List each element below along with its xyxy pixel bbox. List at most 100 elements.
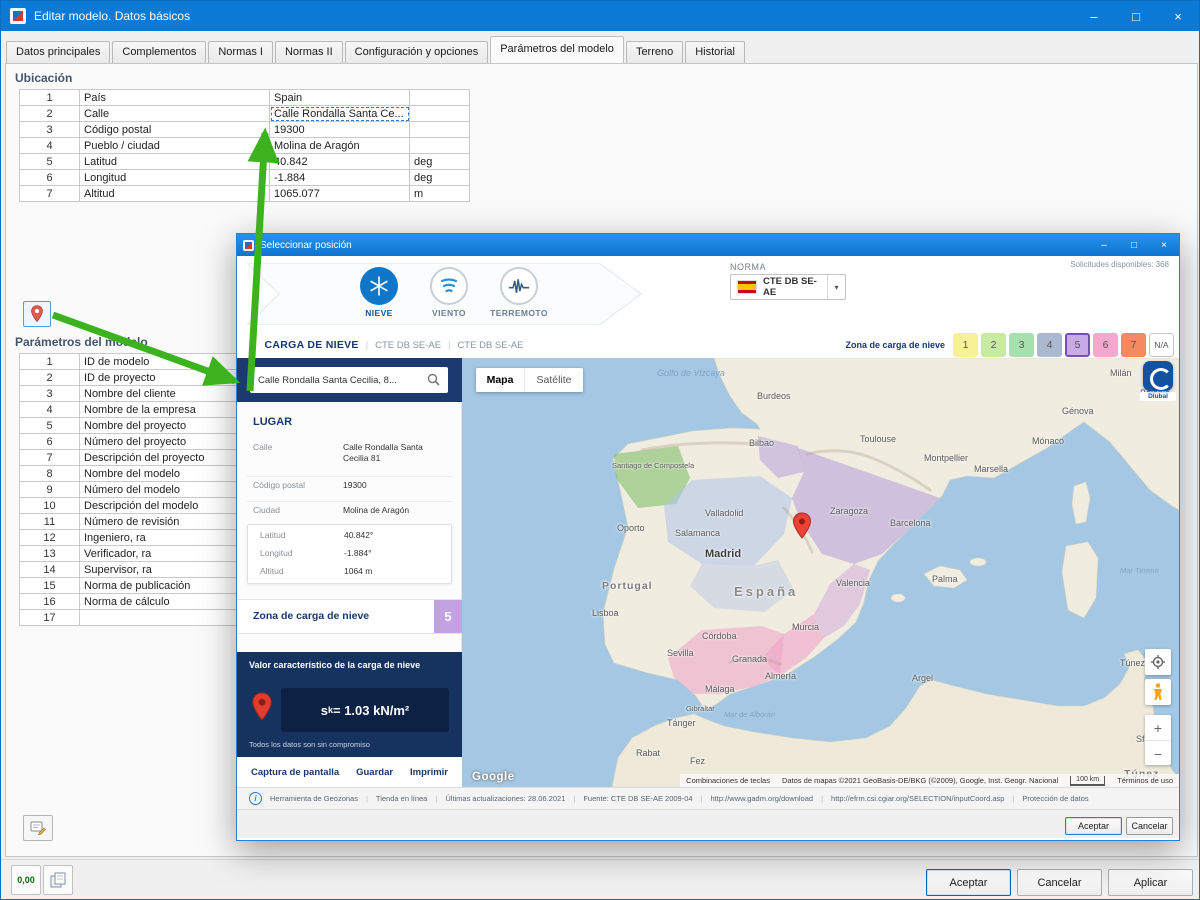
map-type-satelite-button[interactable]: Satélite	[525, 368, 583, 392]
map-label: Córdoba	[702, 631, 737, 641]
my-location-button[interactable]	[1145, 649, 1171, 675]
mode-nieve[interactable]: NIEVE	[339, 267, 419, 318]
dialog-maximize-button[interactable]: □	[1119, 234, 1149, 256]
zoom-out-button[interactable]: −	[1145, 741, 1171, 766]
latitud-label: Latitud	[260, 530, 286, 540]
close-button[interactable]: ×	[1157, 1, 1199, 31]
terms-link[interactable]: Términos de uso	[1117, 776, 1173, 785]
lugar-title: LUGAR	[253, 416, 293, 428]
row-number: 6	[19, 169, 80, 186]
app-icon	[10, 8, 26, 24]
dialog-close-button[interactable]: ×	[1149, 234, 1179, 256]
tab-historial[interactable]: Historial	[685, 41, 745, 63]
save-link[interactable]: Guardar	[356, 767, 393, 778]
screenshot-link[interactable]: Captura de pantalla	[251, 767, 339, 778]
map-label: Marsella	[974, 464, 1009, 474]
shop-link[interactable]: Tienda en línea	[376, 794, 427, 803]
row-value[interactable]: Molina de Aragón	[269, 137, 410, 154]
target-icon	[1151, 655, 1165, 669]
geozone-tool-link[interactable]: Herramienta de Geozonas	[270, 794, 358, 803]
select-position-on-map-button[interactable]	[23, 301, 51, 327]
tab-parametros-del-modelo[interactable]: Parámetros del modelo	[490, 36, 624, 63]
tab-normas-1[interactable]: Normas I	[208, 41, 273, 63]
row-value[interactable]: 19300	[269, 121, 410, 138]
sk-title: Valor característico de la carga de niev…	[249, 660, 421, 670]
zone-6-button[interactable]: 6	[1093, 333, 1118, 357]
aceptar-button[interactable]: Aceptar	[926, 869, 1011, 896]
dialog-title: Seleccionar posición	[260, 239, 352, 251]
zone-1-button[interactable]: 1	[953, 333, 978, 357]
privacy-link[interactable]: Protección de datos	[1022, 794, 1088, 803]
location-panel: LUGAR Calle Calle Rondalla Santa Cecilia…	[237, 358, 462, 787]
table-row: 7 Altitud 1065.077 m	[19, 185, 470, 202]
tab-configuracion[interactable]: Configuración y opciones	[344, 41, 489, 63]
google-logo: Google	[472, 771, 515, 783]
row-unit: m	[409, 185, 470, 202]
search-icon[interactable]	[427, 373, 440, 386]
seleccionar-posicion-dialog: Seleccionar posición – □ × NIEVE VIENTO …	[236, 233, 1180, 841]
zone-na-button[interactable]: N/A	[1149, 333, 1174, 357]
address-search-input[interactable]	[250, 367, 448, 393]
maximize-button[interactable]: □	[1115, 1, 1157, 31]
tab-datos-principales[interactable]: Datos principales	[6, 41, 111, 63]
map-label: Palma	[932, 574, 958, 584]
map-type-control: Mapa Satélite	[476, 368, 583, 392]
chevron-down-icon[interactable]: ▾	[827, 275, 845, 299]
row-value[interactable]: -1.884	[269, 169, 410, 186]
altitud-value: 1064 m	[344, 566, 373, 576]
calle-value-cell[interactable]: Calle Rondalla Santa Ce...	[269, 105, 410, 122]
row-number: 15	[19, 577, 80, 594]
zone-2-button[interactable]: 2	[981, 333, 1006, 357]
row-value[interactable]: 1065.077	[269, 185, 410, 202]
dialog-minimize-button[interactable]: –	[1089, 234, 1119, 256]
pegman-button[interactable]	[1145, 679, 1171, 705]
zone-7-button[interactable]: 7	[1121, 333, 1146, 357]
map-marker-icon[interactable]	[792, 511, 812, 541]
row-number: 9	[19, 481, 80, 498]
tab-normas-2[interactable]: Normas II	[274, 41, 343, 63]
table-row: 1 País Spain	[19, 89, 470, 106]
mode-terremoto[interactable]: TERREMOTO	[479, 267, 559, 318]
zone-4-button[interactable]: 4	[1037, 333, 1062, 357]
minimize-button[interactable]: –	[1073, 1, 1115, 31]
zone-3-button[interactable]: 3	[1009, 333, 1034, 357]
coordinates-card: Latitud 40.842° Longitud -1.884° Altitud…	[247, 524, 452, 584]
row-number: 16	[19, 593, 80, 610]
norma-dropdown[interactable]: CTE DB SE-AE ▾	[730, 274, 846, 300]
row-number: 4	[19, 137, 80, 154]
mode-viento[interactable]: VIENTO	[409, 267, 489, 318]
panels-button[interactable]	[43, 865, 73, 895]
tab-complementos[interactable]: Complementos	[112, 41, 207, 63]
aplicar-button[interactable]: Aplicar	[1108, 869, 1193, 896]
norma-value: CTE DB SE-AE	[763, 276, 817, 298]
row-label: Latitud	[79, 153, 270, 170]
dialog-titlebar[interactable]: Seleccionar posición	[237, 234, 1179, 256]
search-band	[237, 358, 462, 402]
row-label: Altitud	[79, 185, 270, 202]
zoom-in-button[interactable]: +	[1145, 715, 1171, 741]
decimal-precision-button[interactable]: 0,00	[11, 865, 41, 895]
row-value[interactable]: 40.842	[269, 153, 410, 170]
map-label: Golfo de Vizcaya	[657, 368, 725, 378]
footer-bar: 0,00 Aceptar Cancelar Aplicar	[1, 859, 1199, 899]
map-canvas[interactable]: Golfo de Vizcaya Burdeos Toulouse Montpe…	[462, 358, 1179, 787]
separator: |	[700, 794, 703, 803]
row-number: 3	[19, 121, 80, 138]
separator: |	[435, 794, 438, 803]
titlebar[interactable]: Editar modelo. Datos básicos	[1, 1, 1199, 31]
comment-button[interactable]	[23, 815, 53, 841]
dialog-cancelar-button[interactable]: Cancelar	[1126, 817, 1173, 835]
dialog-aceptar-button[interactable]: Aceptar	[1065, 817, 1122, 835]
zone-5-button-selected[interactable]: 5	[1065, 333, 1090, 357]
keyboard-shortcuts-link[interactable]: Combinaciones de teclas	[686, 776, 770, 785]
print-link[interactable]: Imprimir	[410, 767, 448, 778]
table-row: 2 Calle Calle Rondalla Santa Ce...	[19, 105, 470, 122]
gadm-link[interactable]: http://www.gadm.org/download	[711, 794, 814, 803]
tab-terreno[interactable]: Terreno	[625, 41, 684, 63]
map-label: Bilbao	[749, 438, 775, 448]
map-type-mapa-button[interactable]: Mapa	[476, 368, 525, 392]
srtm-link[interactable]: http://efrm.csi.cgiar.org/SELECTION/inpu…	[831, 794, 1004, 803]
dlubal-logo: Dlubal	[1140, 361, 1176, 401]
cancelar-button[interactable]: Cancelar	[1017, 869, 1102, 896]
row-value[interactable]: Spain	[269, 89, 410, 106]
